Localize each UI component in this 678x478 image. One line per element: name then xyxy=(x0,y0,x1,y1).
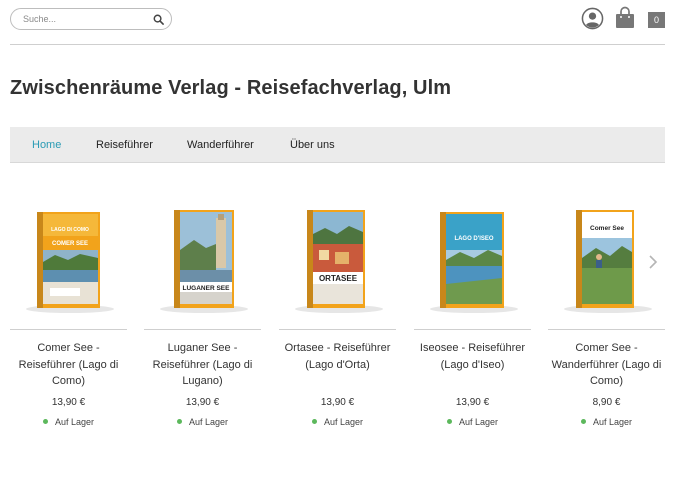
nav-item-reisefuehrer[interactable]: Reiseführer xyxy=(96,127,153,163)
cover-title: COMER SEE xyxy=(52,241,88,247)
user-account-icon[interactable] xyxy=(581,7,604,30)
in-stock-dot-icon xyxy=(446,419,452,425)
stock-status: Auf Lager xyxy=(144,417,261,427)
cover-title: LAGO D'ISEO xyxy=(454,236,493,242)
carousel-next-chevron-icon[interactable] xyxy=(648,254,658,270)
product-cover[interactable]: LAGO DI COMO COMER SEE xyxy=(10,200,127,325)
cover-title: ORTASEE xyxy=(319,274,358,283)
product-divider xyxy=(548,329,665,330)
stock-label: Auf Lager xyxy=(592,417,633,427)
product-divider xyxy=(279,329,396,330)
nav-item-home[interactable]: Home xyxy=(32,127,61,163)
stock-label: Auf Lager xyxy=(54,417,95,427)
stock-status: Auf Lager xyxy=(10,417,127,427)
nav-item-wanderfuehrer[interactable]: Wanderführer xyxy=(187,127,254,163)
shopping-bag-icon[interactable] xyxy=(614,6,636,29)
product-name[interactable]: Luganer See - Reiseführer (Lago di Lugan… xyxy=(144,340,261,390)
site-header: 0 xyxy=(0,0,678,45)
product-price: 8,90 € xyxy=(592,397,621,408)
product-price: 13,90 € xyxy=(51,397,86,408)
stock-label: Auf Lager xyxy=(323,417,364,427)
product-divider xyxy=(144,329,261,330)
product-divider xyxy=(414,329,531,330)
book-cover-image: ORTASEE xyxy=(295,210,383,313)
header-divider xyxy=(10,44,665,45)
nav-item-ueber-uns[interactable]: Über uns xyxy=(290,127,335,163)
product-cover[interactable]: LUGANER SEE xyxy=(144,200,261,325)
product-name[interactable]: Iseosee - Reiseführer (Lago d'Iseo) xyxy=(414,340,531,373)
in-stock-dot-icon xyxy=(580,419,586,425)
search-input[interactable] xyxy=(23,14,151,24)
stock-status: Auf Lager xyxy=(548,417,665,427)
stock-label: Auf Lager xyxy=(458,417,499,427)
product-price: 13,90 € xyxy=(185,397,220,408)
book-cover-image: LAGO DI COMO COMER SEE xyxy=(26,212,114,313)
stock-status: Auf Lager xyxy=(279,417,396,427)
cart-count-badge[interactable]: 0 xyxy=(648,12,665,28)
cover-title: LUGANER SEE xyxy=(183,285,231,292)
in-stock-dot-icon xyxy=(176,419,182,425)
page-title: Zwischenräume Verlag - Reisefachverlag, … xyxy=(10,77,452,99)
product-price: 13,90 € xyxy=(320,397,355,408)
book-cover-image: LAGO D'ISEO xyxy=(430,212,518,313)
product-cover[interactable]: LAGO D'ISEO xyxy=(414,200,531,325)
product-name[interactable]: Comer See - Reiseführer (Lago di Como) xyxy=(10,340,127,390)
in-stock-dot-icon xyxy=(311,419,317,425)
product-divider xyxy=(10,329,127,330)
search-icon[interactable] xyxy=(153,14,164,25)
product-name[interactable]: Ortasee - Reiseführer (Lago d'Orta) xyxy=(279,340,396,373)
stock-status: Auf Lager xyxy=(414,417,531,427)
svg-text:LAGO DI COMO: LAGO DI COMO xyxy=(51,227,89,233)
stock-label: Auf Lager xyxy=(188,417,229,427)
main-navigation: Home Reiseführer Wanderführer Über uns xyxy=(10,127,665,163)
product-price: 13,90 € xyxy=(455,397,490,408)
cover-title: Comer See xyxy=(590,225,624,232)
product-cover[interactable]: ORTASEE xyxy=(279,200,396,325)
in-stock-dot-icon xyxy=(42,419,48,425)
product-name[interactable]: Comer See - Wanderführer (Lago di Como) xyxy=(548,340,665,390)
search-box[interactable] xyxy=(10,8,172,30)
book-cover-image: LUGANER SEE xyxy=(160,210,248,313)
